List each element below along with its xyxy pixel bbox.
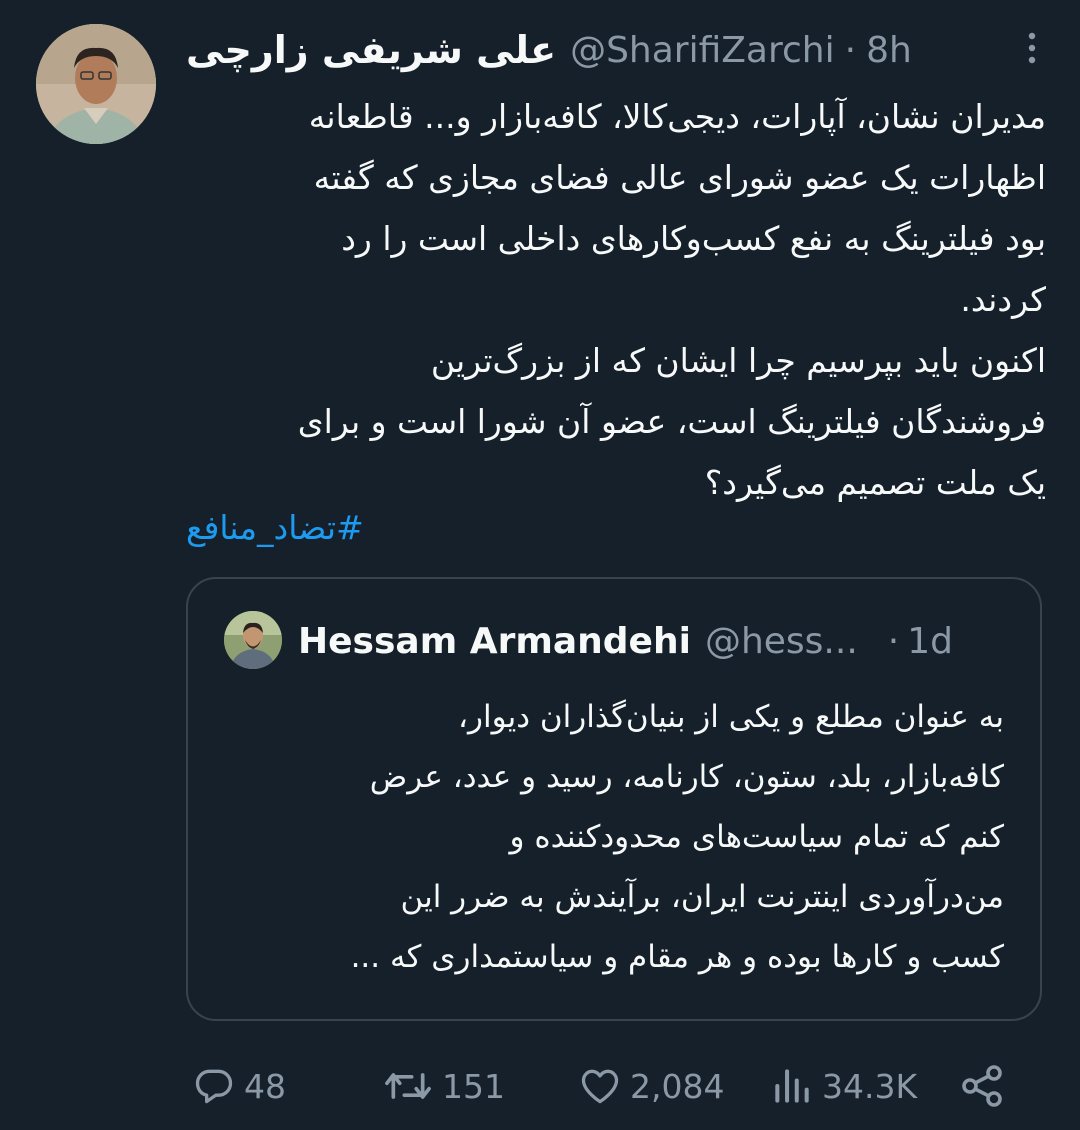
- quoted-header-separator: ·: [887, 620, 900, 662]
- tweet-text: مدیران نشان، آپارات، دیجی‌کالا، کافه‌باز…: [297, 97, 1046, 502]
- quoted-author-avatar: [224, 611, 282, 669]
- retweet-count: 151: [442, 1066, 505, 1106]
- like-count: 2,084: [630, 1066, 725, 1106]
- tweet-header: علی شریفی زارچی @SharifiZarchi · 8h: [186, 22, 1046, 78]
- quoted-tweet-card[interactable]: Hessam Armandehi @hess... · 1d به عنوان …: [186, 577, 1042, 1021]
- quoted-author-name: Hessam Armandehi: [298, 620, 691, 662]
- share-button[interactable]: [958, 1058, 1014, 1114]
- quoted-tweet-header: Hessam Armandehi @hess... · 1d: [298, 613, 1018, 669]
- views-count: 34.3K: [822, 1066, 918, 1106]
- tweet-action-bar: 48 151 2,084 34.3K: [186, 1058, 1046, 1114]
- reply-button[interactable]: 48: [192, 1058, 286, 1114]
- author-avatar[interactable]: [36, 24, 156, 144]
- quoted-author-handle: @hess...: [704, 620, 858, 662]
- more-vertical-icon: [1028, 32, 1036, 64]
- quoted-avatar-image: [224, 611, 282, 669]
- author-avatar-image: [36, 24, 156, 144]
- header-separator: ·: [844, 29, 857, 71]
- reply-icon: [195, 1069, 233, 1104]
- like-button[interactable]: 2,084: [578, 1058, 724, 1114]
- quoted-tweet-text: به عنوان مطلع و یکی از بنیان‌گذاران دیوا…: [350, 699, 1004, 975]
- retweet-icon: [385, 1073, 431, 1099]
- share-icon: [962, 1065, 1002, 1107]
- views-button[interactable]: 34.3K: [770, 1058, 917, 1114]
- tweet-time[interactable]: 8h: [866, 30, 912, 71]
- hashtag-link[interactable]: #تضاد_منافع: [186, 500, 426, 556]
- author-name[interactable]: علی شریفی زارچی: [186, 28, 556, 72]
- reply-count: 48: [244, 1066, 286, 1106]
- author-handle[interactable]: @SharifiZarchi: [570, 30, 835, 71]
- retweet-button[interactable]: 151: [382, 1058, 505, 1114]
- more-options-button[interactable]: [1012, 28, 1052, 68]
- views-icon: [775, 1069, 809, 1103]
- heart-icon: [581, 1069, 619, 1104]
- quoted-tweet-time: 1d: [907, 620, 953, 662]
